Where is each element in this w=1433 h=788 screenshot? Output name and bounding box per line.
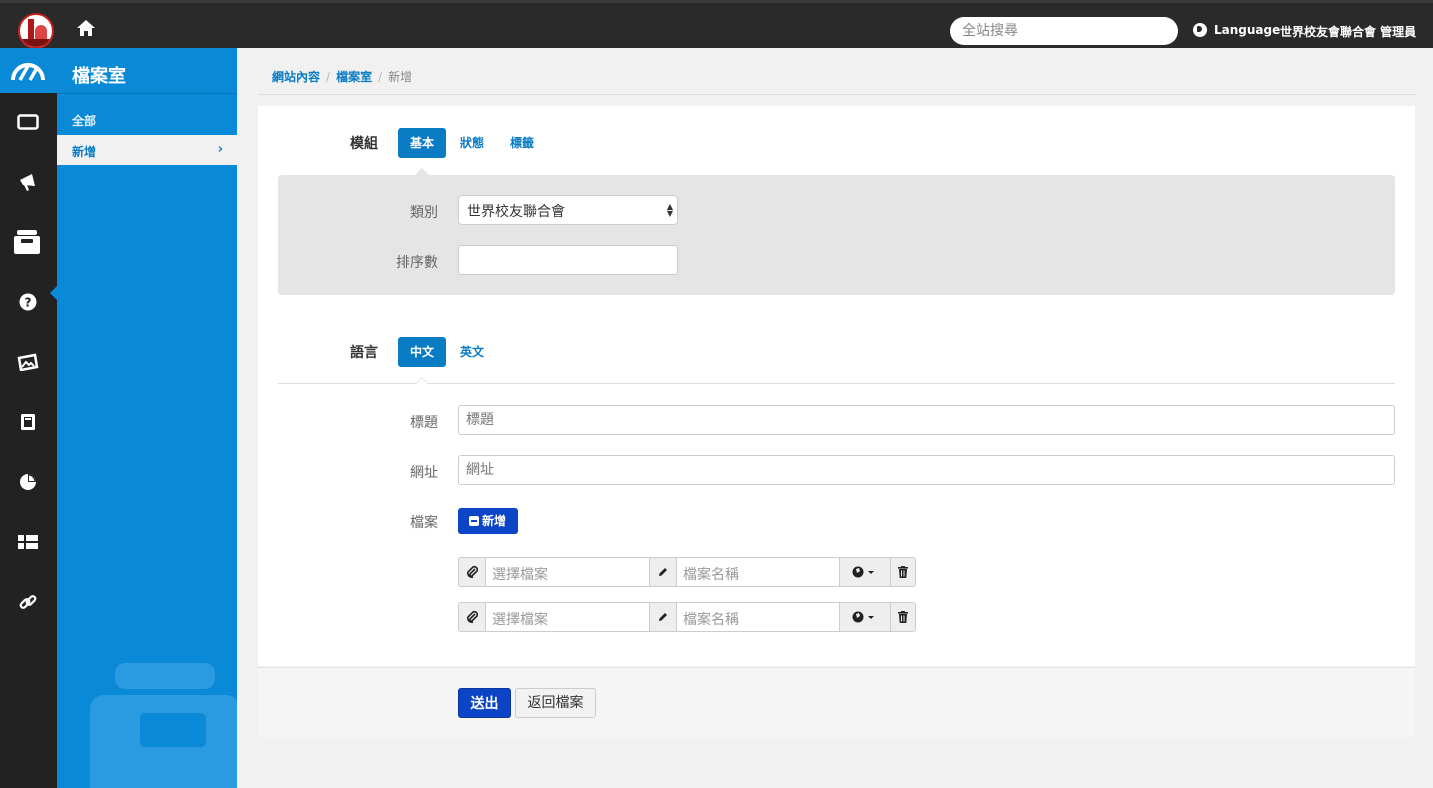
tab-notch — [415, 168, 429, 175]
breadcrumb-item-archive[interactable]: 檔案室 — [336, 70, 372, 84]
breadcrumb-item-current: 新增 — [388, 70, 413, 84]
logo[interactable] — [18, 13, 54, 49]
module-label: 模組 — [350, 136, 378, 152]
sidebar-item-label: 新增 — [72, 145, 97, 159]
tab-basic[interactable]: 基本 — [398, 128, 447, 158]
gallery-icon[interactable] — [16, 350, 40, 374]
order-label: 排序數 — [396, 255, 438, 271]
category-select[interactable]: 世界校友聯合會 ▲ ▼ — [458, 195, 678, 225]
breadcrumb: 網站內容 / 檔案室 / 新增 — [272, 70, 413, 84]
archive-watermark-icon — [90, 663, 237, 788]
svg-text:?: ? — [25, 296, 32, 310]
breadcrumb-item-content[interactable]: 網站內容 — [272, 70, 320, 84]
category-label: 類別 — [410, 205, 438, 221]
tab-chinese[interactable]: 中文 — [398, 337, 447, 367]
question-icon[interactable]: ? — [16, 290, 40, 314]
language-tab-notch-inner — [416, 378, 428, 384]
paperclip-icon[interactable] — [458, 602, 486, 632]
dashboard-rail-item[interactable] — [0, 48, 57, 93]
icon-rail: ? — [0, 48, 57, 788]
select-arrows-icon: ▲ ▼ — [666, 202, 673, 218]
sidebar-divider — [57, 93, 237, 94]
megaphone-icon[interactable] — [16, 170, 40, 194]
file-select-input[interactable]: 選擇檔案 — [485, 557, 650, 587]
breadcrumb-divider — [258, 94, 1415, 95]
link-icon[interactable] — [16, 590, 40, 614]
language-divider — [278, 383, 1395, 384]
sidebar-item-all[interactable]: 全部 — [72, 112, 96, 129]
back-button[interactable]: 返回檔案 — [515, 688, 596, 718]
language-label: Language — [1214, 23, 1281, 37]
language-label: 語言 — [350, 345, 378, 361]
file-label: 檔案 — [410, 515, 438, 531]
title-label: 標題 — [410, 415, 438, 431]
pencil-icon — [649, 602, 677, 632]
url-label: 網址 — [410, 465, 438, 481]
user-menu[interactable]: 世界校友會聯合會 管理員 — [1280, 23, 1416, 40]
language-switcher[interactable]: Language — [1193, 23, 1280, 37]
form-panel: 模組 基本 狀態 標籤 類別 世界校友聯合會 ▲ ▼ 排序數 語言 中文 英文 標… — [258, 106, 1415, 666]
sidebar-title: 檔案室 — [72, 66, 126, 87]
tab-english[interactable]: 英文 — [448, 337, 496, 367]
basic-tab-content — [278, 175, 1395, 295]
file-name-input[interactable]: 檔案名稱 — [676, 557, 840, 587]
submit-button[interactable]: 送出 — [458, 688, 511, 718]
active-pointer — [50, 286, 57, 300]
minus-square-icon — [469, 516, 479, 526]
pie-chart-icon[interactable] — [16, 470, 40, 494]
trash-icon[interactable] — [890, 602, 916, 632]
file-name-input[interactable]: 檔案名稱 — [676, 602, 840, 632]
file-select-input[interactable]: 選擇檔案 — [485, 602, 650, 632]
grid-icon[interactable] — [16, 530, 40, 554]
monitor-icon[interactable] — [16, 110, 40, 134]
trash-icon[interactable] — [890, 557, 916, 587]
title-input[interactable] — [458, 405, 1395, 435]
add-file-label: 新增 — [482, 514, 507, 528]
category-value: 世界校友聯合會 — [467, 204, 565, 220]
tab-status[interactable]: 狀態 — [448, 128, 496, 158]
add-file-button[interactable]: 新增 — [458, 508, 518, 534]
chevron-right-icon: › — [217, 142, 223, 157]
search-input[interactable] — [950, 17, 1178, 45]
language-dropdown[interactable] — [839, 602, 891, 632]
file-row: 選擇檔案 檔案名稱 — [458, 557, 916, 587]
paperclip-icon[interactable] — [458, 557, 486, 587]
pencil-icon — [649, 557, 677, 587]
sidebar-item-new[interactable]: 新增 › — [57, 135, 237, 165]
file-row: 選擇檔案 檔案名稱 — [458, 602, 916, 632]
book-icon[interactable] — [16, 410, 40, 434]
archive-box-icon[interactable] — [12, 228, 42, 256]
tab-tags[interactable]: 標籤 — [498, 128, 546, 158]
url-input[interactable] — [458, 455, 1395, 485]
form-actions: 送出 返回檔案 — [258, 667, 1415, 737]
sub-sidebar: 檔案室 全部 新增 › — [57, 48, 237, 788]
top-bar: Language 世界校友會聯合會 管理員 — [0, 0, 1433, 49]
language-dropdown[interactable] — [839, 557, 891, 587]
home-icon[interactable] — [76, 19, 96, 37]
globe-icon — [1193, 23, 1207, 37]
order-input[interactable] — [458, 245, 678, 275]
